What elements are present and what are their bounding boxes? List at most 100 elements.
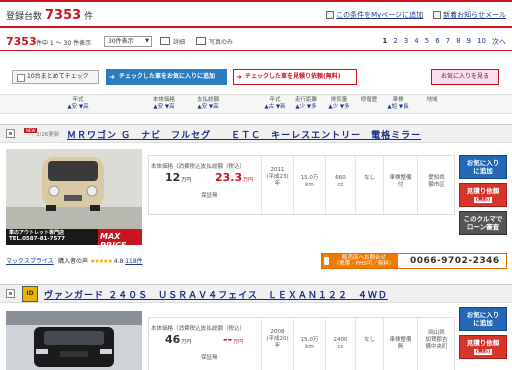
add-checked-to-favorites-button[interactable]: チェックした車をお気に入りに追加	[106, 69, 227, 85]
base-price-unit: 万円	[181, 339, 192, 345]
repair-history: なし	[355, 318, 383, 370]
count-unit: 件	[84, 12, 94, 22]
total-price-unit: 万円	[233, 339, 244, 345]
col-inspection: 車検 ▲短 ▼長	[386, 97, 410, 111]
review-count-link[interactable]: 118件	[125, 258, 142, 265]
model-year: 2011 (平成23) 年	[261, 156, 293, 214]
view-favorites-button[interactable]: お気に入りを見る	[431, 69, 499, 85]
estimate-button[interactable]: 見積り依頼 (無料)	[459, 335, 507, 359]
dealer-id-logo: ID	[22, 286, 38, 302]
add-favorite-button[interactable]: お気に入り に追加	[459, 307, 507, 331]
col-displacement-label: 排気量	[330, 97, 348, 103]
photo-view-label[interactable]: 写真のみ	[209, 37, 233, 46]
col-total: 支払総額 ▲安 ▼高	[190, 97, 226, 111]
registered-count: 登録台数 7353 件	[6, 8, 93, 23]
count-label: 登録台数	[6, 12, 43, 22]
detail-view-icon[interactable]	[160, 37, 170, 45]
total-price: --万円	[223, 333, 243, 346]
page-9[interactable]: 9	[467, 37, 471, 47]
page-8[interactable]: 8	[456, 37, 460, 47]
estimate-button-label: 見積り依頼	[466, 187, 500, 195]
pager-bar: 7353 件中 1 ～ 30 件表示 30件表示 詳細 写真のみ 1 2 3 4…	[0, 31, 512, 51]
pagination: 1 2 3 4 5 6 7 8 9 10 次へ	[382, 37, 506, 47]
mileage: 15.0万 km	[293, 156, 325, 214]
result-header: 登録台数 7353 件 この条件をMyページに追加 新着お知らせメール	[0, 0, 512, 28]
warranty: 保証無	[201, 355, 218, 361]
estimate-button[interactable]: 見積り依頼 (無料)	[459, 183, 507, 207]
total-count: 7353	[6, 35, 37, 48]
car-photo[interactable]	[6, 311, 142, 370]
region: 愛知県 額市区	[417, 156, 455, 214]
col-displacement-sort[interactable]: ▲少 ▼多	[326, 104, 352, 111]
total-label: 支払総額（税込）	[201, 326, 246, 332]
page-5[interactable]: 5	[425, 37, 429, 47]
dealer-tel: TEL.0587-81-7577	[9, 236, 65, 242]
spec-table: 本体価格（消費税込） 12万円 支払総額（税込） 23.3万円 保証無 2011…	[148, 155, 455, 215]
car-photo[interactable]: 車のアウトレット専門店 TEL.0587-81-7577 MAX PRICE	[6, 149, 142, 245]
page-2[interactable]: 2	[393, 37, 397, 47]
next-page[interactable]: 次へ	[492, 37, 506, 47]
check-10-button[interactable]: 10台まとめてチェック	[12, 70, 99, 84]
total-label: 支払総額（税込）	[201, 164, 246, 170]
col-mileage: 走行距離 ▲少 ▼多	[292, 97, 320, 111]
col-repair: 修復歴	[356, 97, 382, 104]
header-links: この条件をMyページに追加 新着お知らせメール	[326, 10, 506, 20]
add-favorite-button[interactable]: お気に入り に追加	[459, 155, 507, 179]
displacement: 660 cc	[325, 156, 355, 214]
loan-review-button[interactable]: このクルマで ローン審査	[459, 211, 507, 235]
col-total-sort[interactable]: ▲安 ▼高	[190, 104, 226, 111]
estimate-button-label: 見積り依頼	[466, 339, 500, 347]
add-to-mypage-link[interactable]: この条件をMyページに追加	[326, 10, 423, 20]
per-page-select[interactable]: 30件表示	[104, 36, 152, 47]
col-price-sort[interactable]: ▲安 ▼高	[146, 104, 182, 111]
col-region-label: 地域	[426, 97, 438, 103]
col-price-label: 本体価格	[152, 97, 175, 103]
spec-table: 本体価格（消費税込） 46万円 支払総額（税込） --万円 保証無 2008 (…	[148, 317, 455, 370]
listing-title-bar: ID ヴァンガード ２４０Ｓ ＵＳＲＡＶ４フェイス ＬＥＸＡＮ１２２ ４ＷＤ	[0, 285, 512, 303]
bulk-actions: 10台まとめてチェック チェックした車をお気に入りに追加 チェックした車を見積り…	[0, 66, 512, 88]
page-1: 1	[382, 37, 388, 45]
displacement: 2400 cc	[325, 318, 355, 370]
total-price: 23.3万円	[215, 171, 253, 184]
dealer-phone-number: 0066-9702-2346	[410, 256, 500, 266]
col-model-sort[interactable]: ▲安 ▼高	[62, 104, 94, 111]
listing-checkbox[interactable]	[6, 289, 15, 298]
col-inspection-sort[interactable]: ▲短 ▼長	[386, 104, 410, 111]
base-price-unit: 万円	[181, 177, 192, 183]
rating-label: 購入者の声	[58, 258, 89, 265]
page-7[interactable]: 7	[446, 37, 450, 47]
page-6[interactable]: 6	[435, 37, 439, 47]
page-4[interactable]: 4	[414, 37, 418, 47]
car-title-link[interactable]: ヴァンガード ２４０Ｓ ＵＳＲＡＶ４フェイス ＬＥＸＡＮ１２２ ４ＷＤ	[44, 288, 388, 301]
estimate-free-tag: (無料)	[473, 197, 493, 203]
car-photo-image	[6, 311, 142, 370]
detail-view-label[interactable]: 詳細	[173, 37, 185, 46]
mail-icon	[433, 11, 442, 19]
total-price-unit: 万円	[243, 177, 254, 183]
col-region: 地域	[420, 97, 444, 104]
page-10[interactable]: 10	[477, 37, 486, 47]
rating-score: 4.8	[113, 258, 124, 265]
page-3[interactable]: 3	[404, 37, 408, 47]
car-listing: NEW 3/26更新 ＭＲワゴン Ｇ ナビ フルセグ ＥＴＣ キーレスエントリー…	[0, 124, 512, 272]
dealer-phone-banner[interactable]: 販売店へお問合せ （携帯・PHS可／無料） 0066-9702-2346	[321, 253, 507, 269]
dealer-sign: 車のアウトレット専門店	[9, 230, 65, 236]
col-mileage-sort[interactable]: ▲少 ▼多	[292, 104, 320, 111]
base-price: 46万円	[165, 333, 191, 346]
base-price-value: 12	[165, 171, 181, 184]
estimate-checked-button[interactable]: チェックした車を見積り依頼(無料)	[233, 69, 357, 85]
repair-history: なし	[355, 156, 383, 214]
shop-name-link[interactable]: マックスプライス	[6, 256, 54, 265]
total-price-value: 23.3	[215, 171, 243, 184]
inspection: 車検整備 付	[383, 156, 417, 214]
car-title-link[interactable]: ＭＲワゴン Ｇ ナビ フルセグ ＥＴＣ キーレスエントリー 電格ミラー	[67, 128, 421, 141]
add-to-mypage-label: この条件をMyページに追加	[336, 11, 424, 19]
price-label: 本体価格（消費税込）	[151, 326, 207, 332]
col-year-sort[interactable]: ▲古 ▼新	[262, 104, 288, 111]
estimate-free-tag: (無料)	[473, 349, 493, 355]
warranty: 保証無	[201, 193, 218, 199]
new-arrival-mail-link[interactable]: 新着お知らせメール	[433, 10, 506, 20]
listing-checkbox[interactable]	[6, 129, 15, 138]
photo-view-icon[interactable]	[196, 37, 206, 45]
listing-title-bar: NEW 3/26更新 ＭＲワゴン Ｇ ナビ フルセグ ＥＴＣ キーレスエントリー…	[0, 125, 512, 143]
